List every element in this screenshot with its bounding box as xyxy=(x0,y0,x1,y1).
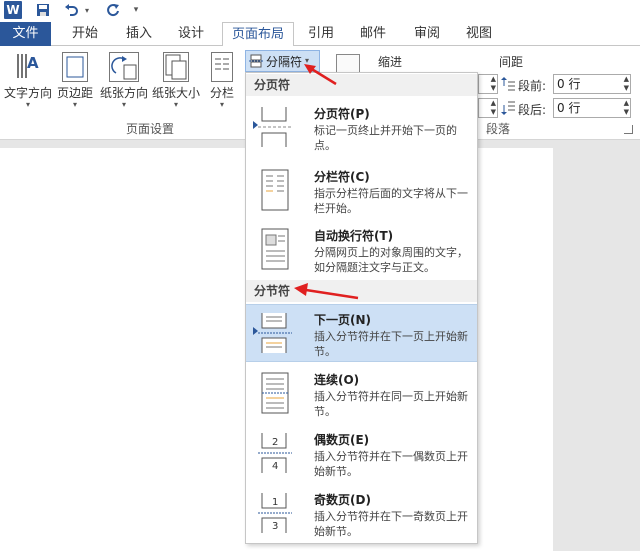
odd-page-section-icon: 13 xyxy=(258,491,292,535)
continuous-section-icon xyxy=(258,371,292,415)
title-bar: W ▾ ▾ xyxy=(0,0,640,22)
even-page-section-icon: 24 xyxy=(258,431,292,475)
tab-references[interactable]: 引用 xyxy=(298,22,344,46)
paragraph-group-label: 段落 xyxy=(486,122,511,136)
customize-qat-icon[interactable]: ▾ xyxy=(130,0,142,20)
tab-mailings[interactable]: 邮件 xyxy=(350,22,396,46)
indent-right-spinner[interactable]: ▲ ▼ xyxy=(478,98,498,118)
menu-item-column-break[interactable]: 分栏符(C) 指示分栏符后面的文字将从下一栏开始。 xyxy=(246,162,477,220)
breaks-icon xyxy=(249,54,263,68)
menu-item-title: 自动换行符(T) xyxy=(314,229,394,243)
svg-text:1: 1 xyxy=(272,497,278,508)
save-icon[interactable] xyxy=(34,0,52,20)
text-direction-icon: A xyxy=(15,52,41,82)
menu-item-title: 偶数页(E) xyxy=(314,433,370,447)
paper-size-icon xyxy=(163,52,189,82)
svg-text:3: 3 xyxy=(272,521,278,532)
menu-item-title: 奇数页(D) xyxy=(314,493,371,507)
menu-item-page-break[interactable]: 分页符(P) 标记一页终止并开始下一页的点。 xyxy=(246,99,477,157)
text-wrapping-break-icon xyxy=(258,227,292,271)
orientation-label: 纸张方向 xyxy=(99,86,148,100)
page-break-icon xyxy=(258,105,292,149)
indent-label: 缩进 xyxy=(378,55,403,69)
before-label: 段前: xyxy=(518,79,547,93)
after-value: 0 行 xyxy=(557,101,581,115)
tab-design[interactable]: 设计 xyxy=(168,22,214,46)
paragraph-dialog-launcher-icon[interactable] xyxy=(624,125,633,134)
tab-page-layout[interactable]: 页面布局 xyxy=(222,22,294,47)
tab-home[interactable]: 开始 xyxy=(62,22,108,46)
menu-item-desc: 插入分节符并在下一页上开始新节。 xyxy=(314,330,468,358)
breaks-label: 分隔符 xyxy=(266,54,303,69)
margins-button[interactable]: 页边距 ▾ xyxy=(55,52,95,109)
tab-insert[interactable]: 插入 xyxy=(116,22,162,46)
page-setup-group-label: 页面设置 xyxy=(126,122,175,136)
page-breaks-header: 分页符 xyxy=(246,74,477,96)
margins-label: 页边距 xyxy=(56,86,93,100)
menu-item-desc: 插入分节符并在同一页上开始新节。 xyxy=(314,390,468,418)
redo-icon[interactable] xyxy=(104,0,122,20)
menu-item-desc: 指示分栏符后面的文字将从下一栏开始。 xyxy=(314,187,468,215)
menu-item-desc: 标记一页终止并开始下一页的点。 xyxy=(314,124,457,152)
ribbon-tabs: 文件 开始 插入 设计 页面布局 引用 邮件 审阅 视图 xyxy=(0,22,640,47)
text-direction-label: 文字方向 xyxy=(3,86,52,100)
spacing-label: 间距 xyxy=(499,55,524,69)
breaks-dropdown-menu: 分页符 分页符(P) 标记一页终止并开始下一页的点。 分栏符(C) 指示分栏符后… xyxy=(245,72,478,544)
columns-button[interactable]: 分栏 ▾ xyxy=(207,52,237,109)
menu-item-desc: 插入分节符并在下一偶数页上开始新节。 xyxy=(314,450,468,478)
svg-text:A: A xyxy=(27,54,39,72)
menu-item-even-page[interactable]: 24 偶数页(E) 插入分节符并在下一偶数页上开始新节。 xyxy=(246,425,477,483)
tab-file[interactable]: 文件 xyxy=(0,22,51,46)
menu-item-desc: 分隔网页上的对象周围的文字，如分隔题注文字与正文。 xyxy=(314,246,468,274)
spacing-after-input[interactable]: 0 行 ▲ ▼ xyxy=(553,98,631,118)
tab-review[interactable]: 审阅 xyxy=(404,22,450,46)
next-page-section-icon xyxy=(258,311,292,355)
spacing-before-input[interactable]: 0 行 ▲ ▼ xyxy=(553,74,631,94)
columns-label: 分栏 xyxy=(209,86,234,100)
before-value: 0 行 xyxy=(557,77,581,91)
menu-item-title: 下一页(N) xyxy=(314,313,372,327)
indent-left-spinner[interactable]: ▲ ▼ xyxy=(478,74,498,94)
size-button[interactable]: 纸张大小 ▾ xyxy=(150,52,202,109)
orientation-icon xyxy=(109,52,139,82)
svg-text:2: 2 xyxy=(272,437,278,448)
menu-item-title: 分页符(P) xyxy=(314,107,370,121)
column-break-icon xyxy=(258,168,292,212)
after-label: 段后: xyxy=(518,103,547,117)
spacing-before-icon xyxy=(501,76,515,92)
menu-item-text-wrapping-break[interactable]: 自动换行符(T) 分隔网页上的对象周围的文字，如分隔题注文字与正文。 xyxy=(246,221,477,279)
menu-item-title: 分栏符(C) xyxy=(314,170,370,184)
undo-dropdown-icon[interactable]: ▾ xyxy=(82,0,92,20)
tab-view[interactable]: 视图 xyxy=(456,22,502,46)
menu-item-odd-page[interactable]: 13 奇数页(D) 插入分节符并在下一奇数页上开始新节。 xyxy=(246,485,477,543)
svg-text:4: 4 xyxy=(272,461,278,472)
undo-icon[interactable] xyxy=(62,0,80,20)
menu-item-continuous[interactable]: 连续(O) 插入分节符并在同一页上开始新节。 xyxy=(246,365,477,423)
annotation-arrow-breaks xyxy=(304,64,337,86)
menu-item-desc: 插入分节符并在下一奇数页上开始新节。 xyxy=(314,510,468,538)
size-label: 纸张大小 xyxy=(151,86,200,100)
margins-icon xyxy=(62,52,88,82)
spacing-after-icon xyxy=(501,100,515,116)
word-logo-icon: W xyxy=(4,1,22,19)
columns-icon xyxy=(211,52,233,82)
menu-item-title: 连续(O) xyxy=(314,373,360,387)
orientation-button[interactable]: 纸张方向 ▾ xyxy=(98,52,150,109)
annotation-arrow-section-breaks xyxy=(294,283,359,300)
menu-item-next-page[interactable]: 下一页(N) 插入分节符并在下一页上开始新节。 xyxy=(246,304,477,362)
text-direction-button[interactable]: A 文字方向 ▾ xyxy=(3,52,53,109)
